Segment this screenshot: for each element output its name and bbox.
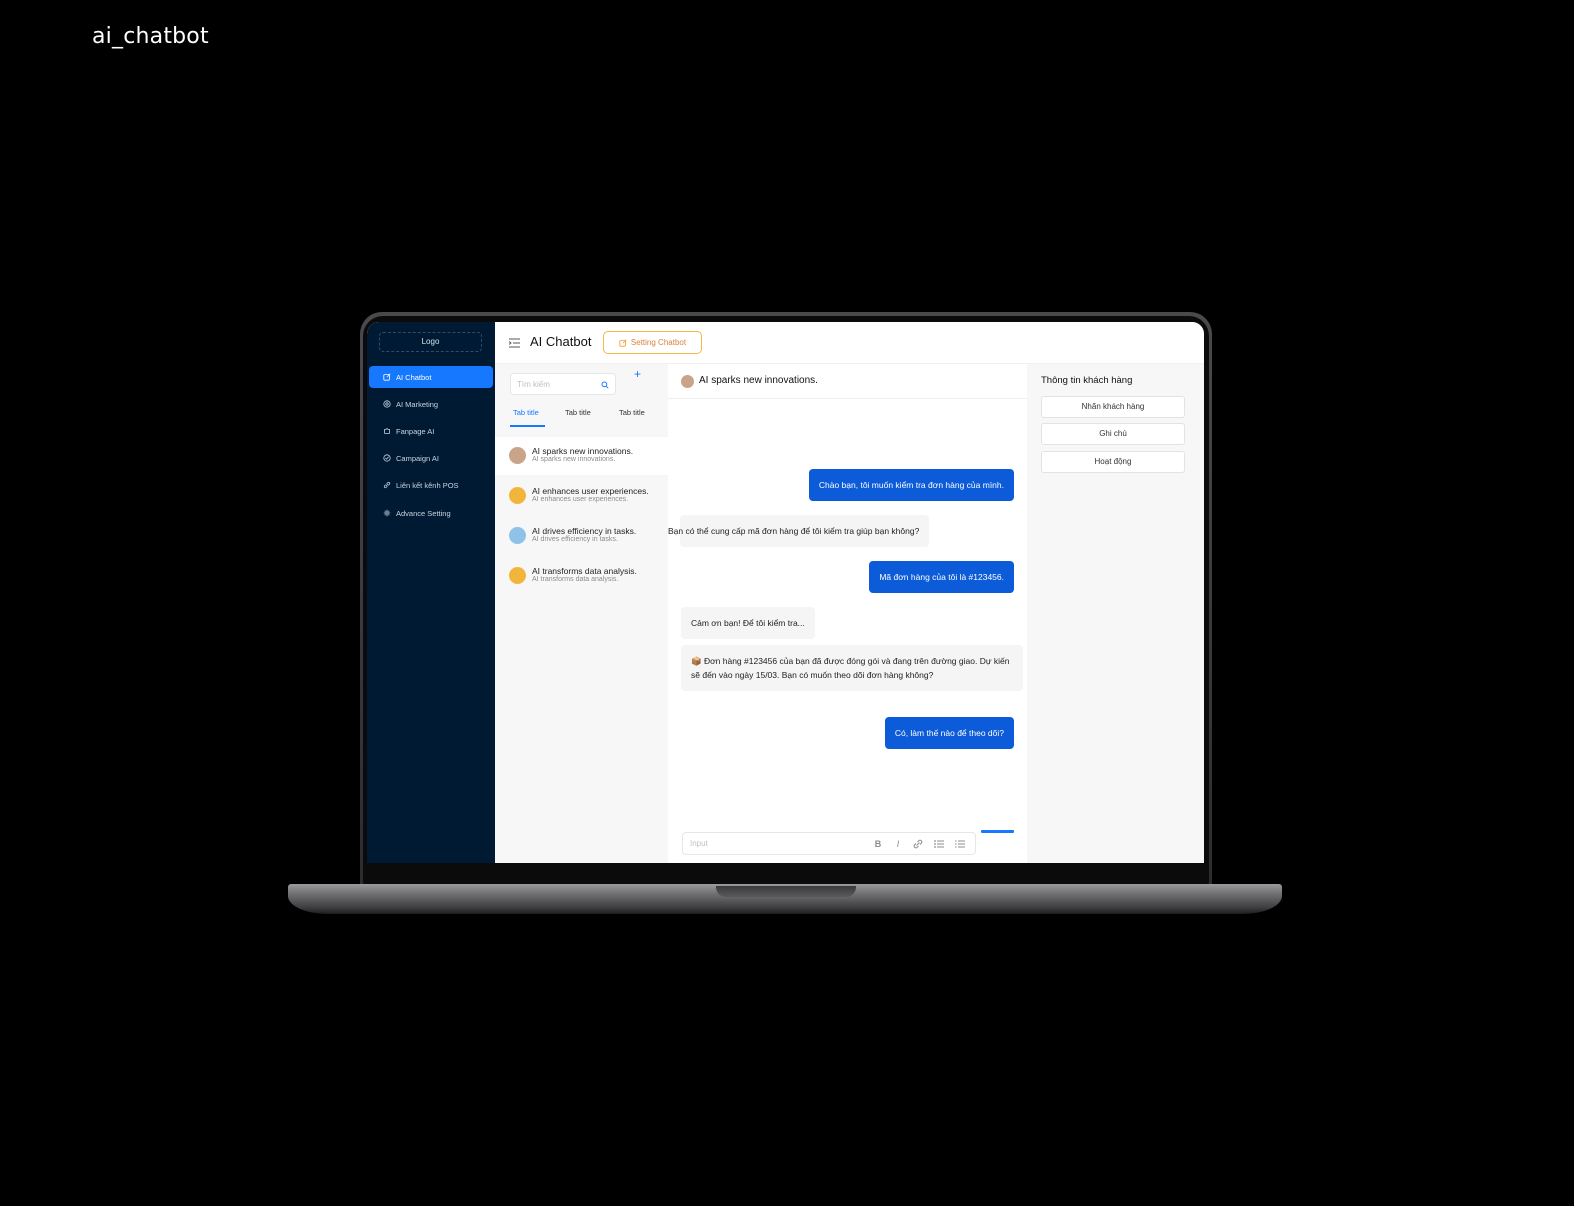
tab-1[interactable]: Tab title — [513, 408, 539, 417]
sidebar-item-lien-ket-kenh-pos[interactable]: Liên kết kênh POS — [369, 474, 493, 496]
check-circle-icon — [383, 454, 391, 462]
chat-panel: AI sparks new innovations. Chào bạn, tôi… — [668, 364, 1027, 863]
gear-icon — [383, 509, 391, 517]
conversation-preview: AI enhances user experiences. — [532, 496, 629, 503]
avatar — [509, 487, 526, 504]
tab-3[interactable]: Tab title — [619, 408, 645, 417]
italic-icon[interactable]: I — [892, 838, 904, 850]
sidebar-item-label: Liên kết kênh POS — [396, 480, 459, 490]
sidebar-item-label: Fanpage AI — [396, 426, 435, 436]
logo: Logo — [379, 332, 482, 352]
message-outgoing: Chào bạn, tôi muốn kiểm tra đơn hàng của… — [808, 469, 1014, 501]
message-outgoing: Có, làm thế nào để theo dõi? — [884, 717, 1014, 749]
numbered-list-icon[interactable] — [954, 838, 966, 850]
bold-icon[interactable]: B — [872, 838, 884, 850]
customer-info-panel: Thông tin khách hàng Nhãn khách hàng Ghi… — [1027, 364, 1204, 863]
sidebar-item-campaign-ai[interactable]: Campaign AI — [369, 447, 493, 469]
search-icon — [601, 381, 609, 389]
customer-label-button[interactable]: Nhãn khách hàng — [1041, 396, 1185, 418]
conversation-preview: AI drives efficiency in tasks. — [532, 536, 618, 543]
puzzle-icon — [384, 428, 390, 434]
link-icon[interactable] — [912, 838, 924, 850]
laptop-notch — [716, 886, 856, 897]
conversation-item[interactable]: AI drives efficiency in tasks. AI drives… — [495, 517, 668, 555]
conversation-title: AI sparks new innovations. — [532, 446, 634, 456]
message-outgoing: Mã đơn hàng của tôi là #123456. — [869, 561, 1014, 593]
conversation-preview: AI transforms data analysis. — [532, 576, 619, 583]
setting-chatbot-label: Setting Chatbot — [630, 338, 687, 347]
setting-chatbot-button[interactable]: Setting Chatbot — [603, 331, 702, 354]
sidebar-item-ai-marketing[interactable]: AI Marketing — [369, 393, 493, 415]
message-incoming: Cảm ơn bạn! Để tôi kiểm tra... — [681, 607, 815, 639]
message-incoming: 📦 Đơn hàng #123456 của bạn đã được đóng … — [681, 645, 1023, 691]
sidebar-item-fanpage-ai[interactable]: Fanpage AI — [369, 420, 493, 442]
conversation-title: AI transforms data analysis. — [532, 566, 637, 576]
conversation-title: AI drives efficiency in tasks. — [532, 526, 637, 536]
menu-collapse-icon[interactable] — [509, 338, 520, 348]
top-bar: AI Chatbot Setting Chatbot — [495, 322, 1204, 364]
target-icon — [383, 400, 391, 408]
chat-title: AI sparks new innovations. — [699, 375, 818, 386]
avatar — [509, 447, 526, 464]
avatar — [681, 375, 694, 388]
sidebar: Logo AI Chatbot AI Marketing Fanpage AI … — [367, 322, 495, 863]
notes-button[interactable]: Ghi chú — [1041, 423, 1185, 445]
sidebar-item-label: Advance Setting — [396, 508, 451, 518]
link-icon — [383, 481, 391, 489]
tab-2[interactable]: Tab title — [565, 408, 591, 417]
sidebar-item-label: AI Chatbot — [396, 372, 432, 382]
conversation-title: AI enhances user experiences. — [532, 486, 649, 496]
sidebar-item-ai-chatbot[interactable]: AI Chatbot — [369, 366, 493, 388]
conversation-item[interactable]: AI transforms data analysis. AI transfor… — [495, 557, 668, 595]
edit-icon — [383, 373, 391, 381]
page-label: ai_chatbot — [92, 24, 209, 49]
chat-header: AI sparks new innovations. — [668, 364, 1027, 399]
message-incoming: Bạn có thể cung cấp mã đơn hàng để tôi k… — [668, 515, 930, 547]
message-input[interactable]: Input B I — [682, 832, 976, 855]
message-text: Bạn có thể cung cấp mã đơn hàng để tôi k… — [668, 526, 920, 536]
sidebar-item-label: AI Marketing — [396, 399, 439, 409]
conversation-preview: AI sparks new innovations. — [532, 456, 616, 463]
message-input-placeholder: Input — [690, 839, 708, 848]
search-placeholder: Tìm kiếm — [517, 380, 550, 389]
conversation-list-panel: Tìm kiếm + Tab title Tab title Tab title… — [495, 364, 668, 863]
app-screen: Logo AI Chatbot AI Marketing Fanpage AI … — [367, 322, 1204, 863]
customer-info-title: Thông tin khách hàng — [1041, 375, 1133, 386]
bullet-list-icon[interactable] — [933, 838, 945, 850]
search-input[interactable]: Tìm kiếm — [510, 373, 616, 395]
activity-button[interactable]: Hoạt động — [1041, 451, 1185, 473]
page-title: AI Chatbot — [530, 334, 592, 349]
edit-icon — [619, 339, 627, 347]
avatar — [509, 567, 526, 584]
send-button[interactable] — [981, 830, 1014, 833]
avatar — [509, 527, 526, 544]
conversation-item[interactable]: AI enhances user experiences. AI enhance… — [495, 477, 668, 515]
sidebar-item-label: Campaign AI — [396, 453, 439, 463]
sidebar-item-advance-setting[interactable]: Advance Setting — [369, 502, 493, 524]
conversation-item[interactable]: AI sparks new innovations. AI sparks new… — [495, 437, 668, 475]
active-tab-indicator — [510, 425, 545, 427]
add-conversation-button[interactable]: + — [634, 367, 641, 381]
